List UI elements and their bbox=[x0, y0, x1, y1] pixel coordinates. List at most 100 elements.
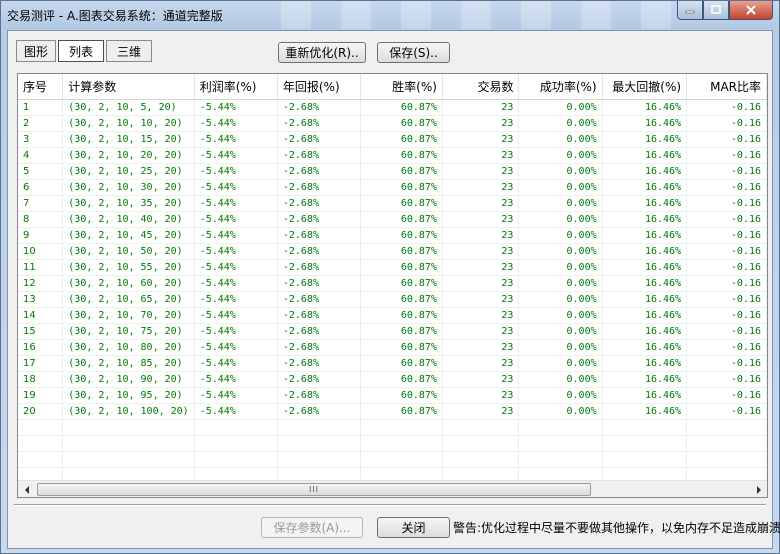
title-bar-background bbox=[251, 1, 671, 29]
cell-win-rate: 60.87% bbox=[360, 243, 443, 260]
close-window-button[interactable] bbox=[729, 1, 773, 20]
cell-index: 7 bbox=[18, 195, 64, 212]
cell-win-rate: 60.87% bbox=[360, 227, 443, 244]
scroll-right-button[interactable] bbox=[750, 481, 767, 497]
cell-annual-return: -2.68% bbox=[277, 387, 362, 404]
cell-success-rate: 0.00% bbox=[518, 163, 603, 180]
column-header-annual-return[interactable]: 年回报(%) bbox=[277, 74, 362, 100]
reoptimize-button[interactable]: 重新优化(R).. bbox=[278, 42, 366, 63]
cell-params: (30, 2, 10, 70, 20) bbox=[62, 307, 195, 324]
cell-annual-return: -2.68% bbox=[277, 211, 362, 228]
column-header-mar-ratio[interactable]: MAR比率 bbox=[686, 74, 767, 100]
table-row[interactable]: 20 (30, 2, 10, 100, 20) -5.44% -2.68% 60.87%… bbox=[18, 403, 767, 420]
cell-profit-rate: -5.44% bbox=[194, 147, 278, 164]
cell-index: 2 bbox=[18, 115, 64, 132]
save-params-button[interactable]: 保存参数(A)... bbox=[261, 517, 363, 538]
cell-index: 4 bbox=[18, 147, 64, 164]
scrollbar-thumb[interactable]: III bbox=[37, 483, 591, 496]
cell-annual-return: -2.68% bbox=[277, 147, 362, 164]
cell-profit-rate: -5.44% bbox=[194, 99, 278, 116]
cell-trade-count: 23 bbox=[442, 259, 520, 276]
cell-max-drawdown: 16.46% bbox=[602, 387, 688, 404]
table-row[interactable]: 9 (30, 2, 10, 45, 20) -5.44% -2.68% 60.87% 23… bbox=[18, 227, 767, 244]
cell-win-rate: 60.87% bbox=[360, 195, 443, 212]
empty-cell bbox=[686, 419, 767, 436]
cell-params: (30, 2, 10, 90, 20) bbox=[62, 371, 195, 388]
cell-params: (30, 2, 10, 100, 20) bbox=[62, 403, 195, 420]
cell-win-rate: 60.87% bbox=[360, 163, 443, 180]
maximize-button[interactable] bbox=[703, 1, 729, 20]
empty-cell bbox=[62, 451, 195, 468]
column-header-index[interactable]: 序号 bbox=[18, 74, 64, 100]
cell-success-rate: 0.00% bbox=[518, 259, 603, 276]
table-row[interactable]: 10 (30, 2, 10, 50, 20) -5.44% -2.68% 60.87% 2… bbox=[18, 243, 767, 260]
table-row[interactable]: 4 (30, 2, 10, 20, 20) -5.44% -2.68% 60.87% 23… bbox=[18, 147, 767, 164]
column-header-trade-count[interactable]: 交易数 bbox=[442, 74, 520, 100]
cell-mar-ratio: -0.16 bbox=[686, 99, 767, 116]
empty-cell bbox=[62, 435, 195, 452]
cell-trade-count: 23 bbox=[442, 211, 520, 228]
cell-max-drawdown: 16.46% bbox=[602, 275, 688, 292]
cell-success-rate: 0.00% bbox=[518, 307, 603, 324]
cell-success-rate: 0.00% bbox=[518, 371, 603, 388]
close-button[interactable]: 关闭 bbox=[377, 517, 450, 538]
horizontal-scrollbar[interactable]: III bbox=[18, 480, 767, 497]
cell-index: 14 bbox=[18, 307, 64, 324]
cell-trade-count: 23 bbox=[442, 179, 520, 196]
table-row[interactable]: 18 (30, 2, 10, 90, 20) -5.44% -2.68% 60.87% 2… bbox=[18, 371, 767, 388]
cell-annual-return: -2.68% bbox=[277, 131, 362, 148]
minimize-button[interactable] bbox=[677, 1, 703, 20]
cell-success-rate: 0.00% bbox=[518, 339, 603, 356]
title-bar[interactable]: 交易测评 - A.图表交易系统：通道完整版 bbox=[1, 1, 779, 29]
save-button[interactable]: 保存(S).. bbox=[377, 42, 450, 63]
results-list[interactable]: 序号 计算参数 利润率(%) 年回报(%) 胜率(%) 交易数 成功率(%) 最… bbox=[17, 73, 768, 498]
empty-cell bbox=[686, 451, 767, 468]
column-header-params[interactable]: 计算参数 bbox=[62, 74, 195, 100]
cell-success-rate: 0.00% bbox=[518, 403, 603, 420]
scroll-left-button[interactable] bbox=[18, 481, 35, 497]
cell-win-rate: 60.87% bbox=[360, 387, 443, 404]
empty-cell bbox=[602, 419, 688, 436]
cell-win-rate: 60.87% bbox=[360, 275, 443, 292]
empty-cell bbox=[602, 451, 688, 468]
table-row[interactable]: 3 (30, 2, 10, 15, 20) -5.44% -2.68% 60.87% 23… bbox=[18, 131, 767, 148]
table-row[interactable]: 6 (30, 2, 10, 30, 20) -5.44% -2.68% 60.87% 23… bbox=[18, 179, 767, 196]
table-row[interactable]: 12 (30, 2, 10, 60, 20) -5.44% -2.68% 60.87% 2… bbox=[18, 275, 767, 292]
cell-max-drawdown: 16.46% bbox=[602, 211, 688, 228]
column-header-max-drawdown[interactable]: 最大回撤(%) bbox=[602, 74, 688, 100]
column-header-success-rate[interactable]: 成功率(%) bbox=[518, 74, 603, 100]
table-row[interactable]: 2 (30, 2, 10, 10, 20) -5.44% -2.68% 60.87% 23… bbox=[18, 115, 767, 132]
view-tabs: 图形 列表 三维 bbox=[16, 40, 152, 62]
cell-profit-rate: -5.44% bbox=[194, 243, 278, 260]
cell-index: 3 bbox=[18, 131, 64, 148]
cell-trade-count: 23 bbox=[442, 387, 520, 404]
tab-list[interactable]: 列表 bbox=[58, 40, 104, 62]
table-row[interactable]: 5 (30, 2, 10, 25, 20) -5.44% -2.68% 60.87% 23… bbox=[18, 163, 767, 180]
table-row[interactable]: 19 (30, 2, 10, 95, 20) -5.44% -2.68% 60.87% 2… bbox=[18, 387, 767, 404]
cell-annual-return: -2.68% bbox=[277, 323, 362, 340]
cell-params: (30, 2, 10, 30, 20) bbox=[62, 179, 195, 196]
table-row[interactable]: 8 (30, 2, 10, 40, 20) -5.44% -2.68% 60.87% 23… bbox=[18, 211, 767, 228]
cell-params: (30, 2, 10, 75, 20) bbox=[62, 323, 195, 340]
cell-success-rate: 0.00% bbox=[518, 275, 603, 292]
table-row[interactable]: 11 (30, 2, 10, 55, 20) -5.44% -2.68% 60.87% 2… bbox=[18, 259, 767, 276]
cell-index: 11 bbox=[18, 259, 64, 276]
table-row[interactable]: 15 (30, 2, 10, 75, 20) -5.44% -2.68% 60.87% 2… bbox=[18, 323, 767, 340]
table-row[interactable]: 7 (30, 2, 10, 35, 20) -5.44% -2.68% 60.87% 23… bbox=[18, 195, 767, 212]
tab-chart[interactable]: 图形 bbox=[16, 40, 56, 62]
cell-win-rate: 60.87% bbox=[360, 115, 443, 132]
table-row[interactable]: 13 (30, 2, 10, 65, 20) -5.44% -2.68% 60.87% 2… bbox=[18, 291, 767, 308]
cell-index: 6 bbox=[18, 179, 64, 196]
table-row[interactable]: 1 (30, 2, 10, 5, 20) -5.44% -2.68% 60.87% 23 0… bbox=[18, 99, 767, 116]
table-row[interactable]: 16 (30, 2, 10, 80, 20) -5.44% -2.68% 60.87% 2… bbox=[18, 339, 767, 356]
empty-cell bbox=[18, 451, 64, 468]
footer-divider bbox=[14, 504, 766, 506]
table-row[interactable]: 17 (30, 2, 10, 85, 20) -5.44% -2.68% 60.87% 2… bbox=[18, 355, 767, 372]
cell-profit-rate: -5.44% bbox=[194, 195, 278, 212]
column-header-win-rate[interactable]: 胜率(%) bbox=[360, 74, 443, 100]
cell-profit-rate: -5.44% bbox=[194, 115, 278, 132]
tab-3d[interactable]: 三维 bbox=[106, 40, 152, 62]
empty-cell bbox=[360, 419, 443, 436]
column-header-profit-rate[interactable]: 利润率(%) bbox=[194, 74, 278, 100]
table-row[interactable]: 14 (30, 2, 10, 70, 20) -5.44% -2.68% 60.87% 2… bbox=[18, 307, 767, 324]
